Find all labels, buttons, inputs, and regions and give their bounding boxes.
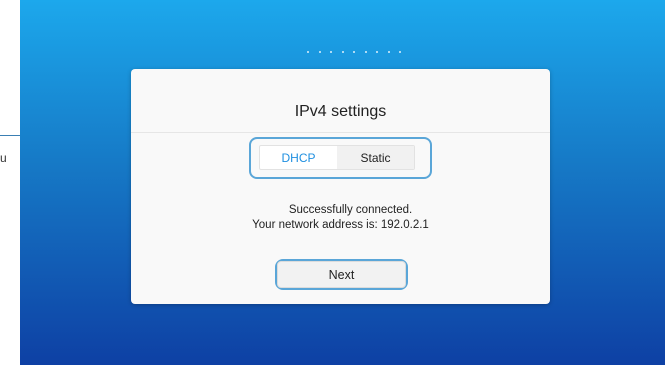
step-dot	[376, 51, 378, 53]
setup-screen: IPv4 settings DHCP Static Successfully c…	[20, 0, 665, 365]
step-dot	[387, 51, 390, 53]
tab-dhcp[interactable]: DHCP	[260, 146, 337, 169]
step-dot	[364, 51, 367, 53]
ipv4-settings-card: IPv4 settings DHCP Static Successfully c…	[131, 69, 550, 304]
next-button[interactable]: Next	[277, 261, 406, 288]
ip-mode-segmented-control: DHCP Static	[259, 145, 415, 170]
title-divider	[131, 132, 550, 133]
card-title: IPv4 settings	[294, 103, 387, 120]
step-dot	[307, 51, 309, 53]
network-address: Your network address is: 192.0.2.1	[252, 219, 429, 231]
step-dot	[353, 51, 355, 53]
step-dot	[318, 51, 321, 53]
tab-static[interactable]: Static	[337, 146, 414, 169]
connection-status: Successfully connected.	[288, 204, 413, 216]
step-progress-dots	[307, 51, 401, 53]
step-dot	[399, 51, 401, 53]
step-dot	[341, 51, 344, 53]
step-dot	[330, 51, 332, 53]
annotation-callout-text: u	[0, 151, 7, 165]
